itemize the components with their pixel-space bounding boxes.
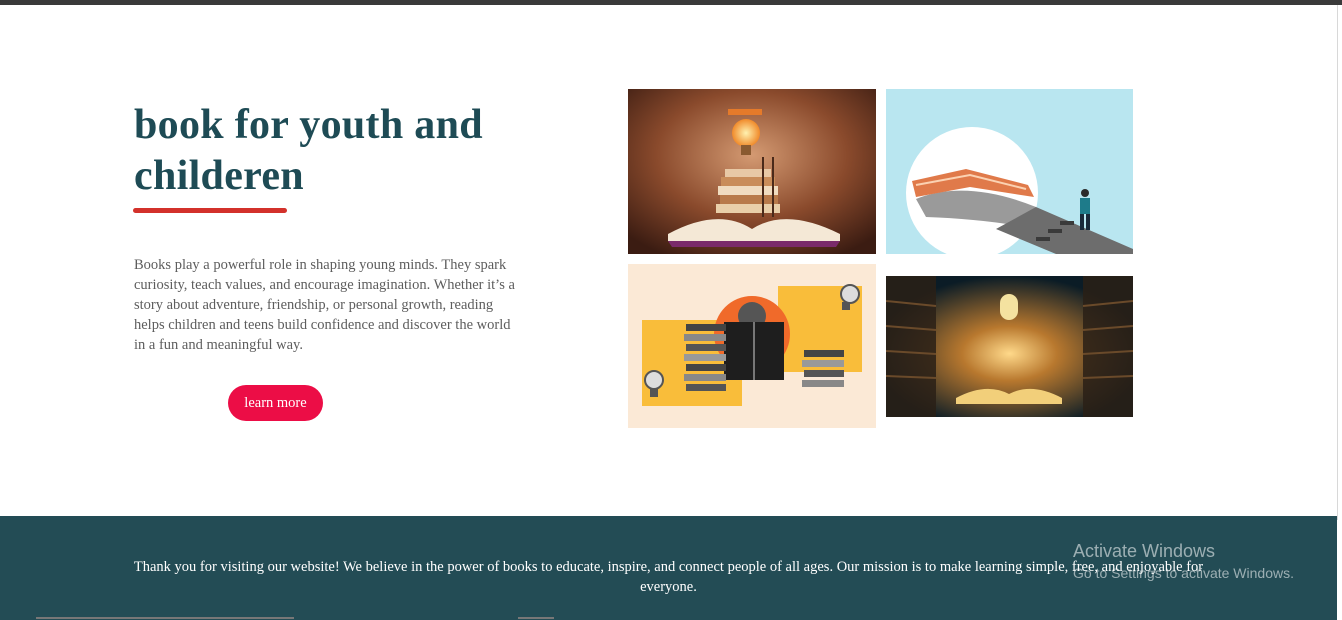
hero-description: Books play a powerful role in shaping yo… [134,257,515,353]
watermark-title: Activate Windows [1073,541,1216,561]
title-underline [133,208,287,213]
learn-more-button[interactable]: learn more [228,385,323,421]
reading-collage-image [628,264,876,428]
hero-section: book for youth and childeren Books play … [133,100,534,421]
book-stairs-image [886,89,1133,254]
books-lightbulb-image [628,89,876,254]
activate-windows-watermark: Activate Windows Go to Settings to activ… [1073,540,1294,582]
window-top-bar [0,0,1342,5]
horizontal-scrollbar-thumb[interactable] [36,617,294,619]
page-title: book for youth and childeren [134,102,483,199]
watermark-subtitle: Go to Settings to activate Windows. [1073,565,1294,581]
footer-message: Thank you for visiting our website! We b… [133,559,1204,595]
scrollbar[interactable] [1337,5,1342,520]
horizontal-scrollbar-marker [518,617,554,619]
library-glowing-book-image [886,276,1133,417]
